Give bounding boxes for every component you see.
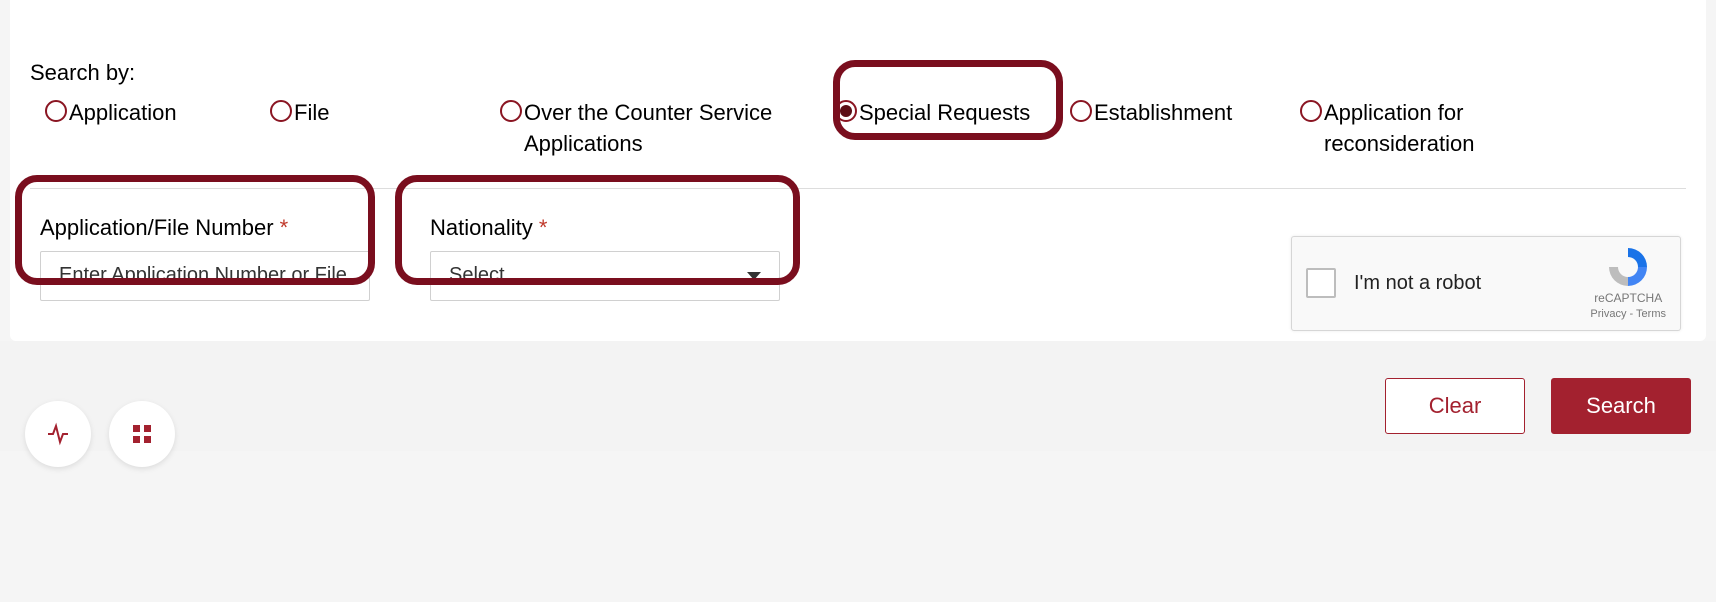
radio-icon	[1300, 100, 1322, 122]
radio-label: Special Requests	[859, 98, 1030, 129]
radio-option-special-requests[interactable]: Special Requests	[835, 98, 1070, 129]
field-application-number: Application/File Number *	[40, 215, 370, 301]
radio-label: Application	[69, 98, 177, 129]
recaptcha-checkbox[interactable]	[1306, 268, 1336, 298]
recaptcha-brand: reCAPTCHA	[1594, 291, 1662, 307]
radio-option-otc[interactable]: Over the Counter Service Applications	[500, 98, 835, 160]
footer-bar: Clear Search	[0, 341, 1716, 451]
required-asterisk: *	[539, 215, 548, 240]
radio-option-file[interactable]: File	[270, 98, 500, 129]
radio-label: Application for reconsideration	[1324, 98, 1504, 160]
search-by-label: Search by:	[30, 60, 1686, 86]
recaptcha-branding: reCAPTCHA Privacy - Terms	[1590, 245, 1666, 321]
pulse-icon	[46, 422, 70, 446]
footer-circle-button-1[interactable]	[25, 401, 91, 467]
chevron-down-icon	[747, 272, 761, 280]
radio-icon	[270, 100, 292, 122]
radio-group-search-by: Application File Over the Counter Servic…	[45, 98, 1686, 160]
radio-label: Over the Counter Service Applications	[524, 98, 784, 160]
footer-actions: Clear Search	[1385, 378, 1691, 434]
search-panel: Search by: Application File Over the Cou…	[10, 0, 1706, 341]
recaptcha-links[interactable]: Privacy - Terms	[1590, 307, 1666, 321]
recaptcha-text: I'm not a robot	[1354, 272, 1590, 295]
select-value: Select	[449, 264, 505, 287]
label-text: Application/File Number	[40, 215, 274, 240]
radio-icon	[500, 100, 522, 122]
radio-option-establishment[interactable]: Establishment	[1070, 98, 1300, 129]
application-number-input[interactable]	[40, 251, 370, 301]
required-asterisk: *	[280, 215, 289, 240]
search-button[interactable]: Search	[1551, 378, 1691, 434]
radio-icon	[835, 100, 857, 122]
nationality-select[interactable]: Select	[430, 251, 780, 301]
field-label: Nationality *	[430, 215, 780, 241]
footer-circle-button-2[interactable]	[109, 401, 175, 467]
recaptcha-widget: I'm not a robot reCAPTCHA Privacy - Term…	[1291, 236, 1681, 331]
radio-label: File	[294, 98, 329, 129]
grid-icon	[131, 423, 153, 445]
field-label: Application/File Number *	[40, 215, 370, 241]
footer-left	[25, 373, 175, 439]
recaptcha-icon	[1606, 245, 1650, 289]
field-nationality: Nationality * Select	[430, 215, 780, 301]
radio-option-application[interactable]: Application	[45, 98, 270, 129]
radio-icon	[45, 100, 67, 122]
label-text: Nationality	[430, 215, 533, 240]
radio-label: Establishment	[1094, 98, 1232, 129]
radio-icon	[1070, 100, 1092, 122]
divider	[30, 188, 1686, 189]
radio-option-reconsideration[interactable]: Application for reconsideration	[1300, 98, 1504, 160]
clear-button[interactable]: Clear	[1385, 378, 1525, 434]
